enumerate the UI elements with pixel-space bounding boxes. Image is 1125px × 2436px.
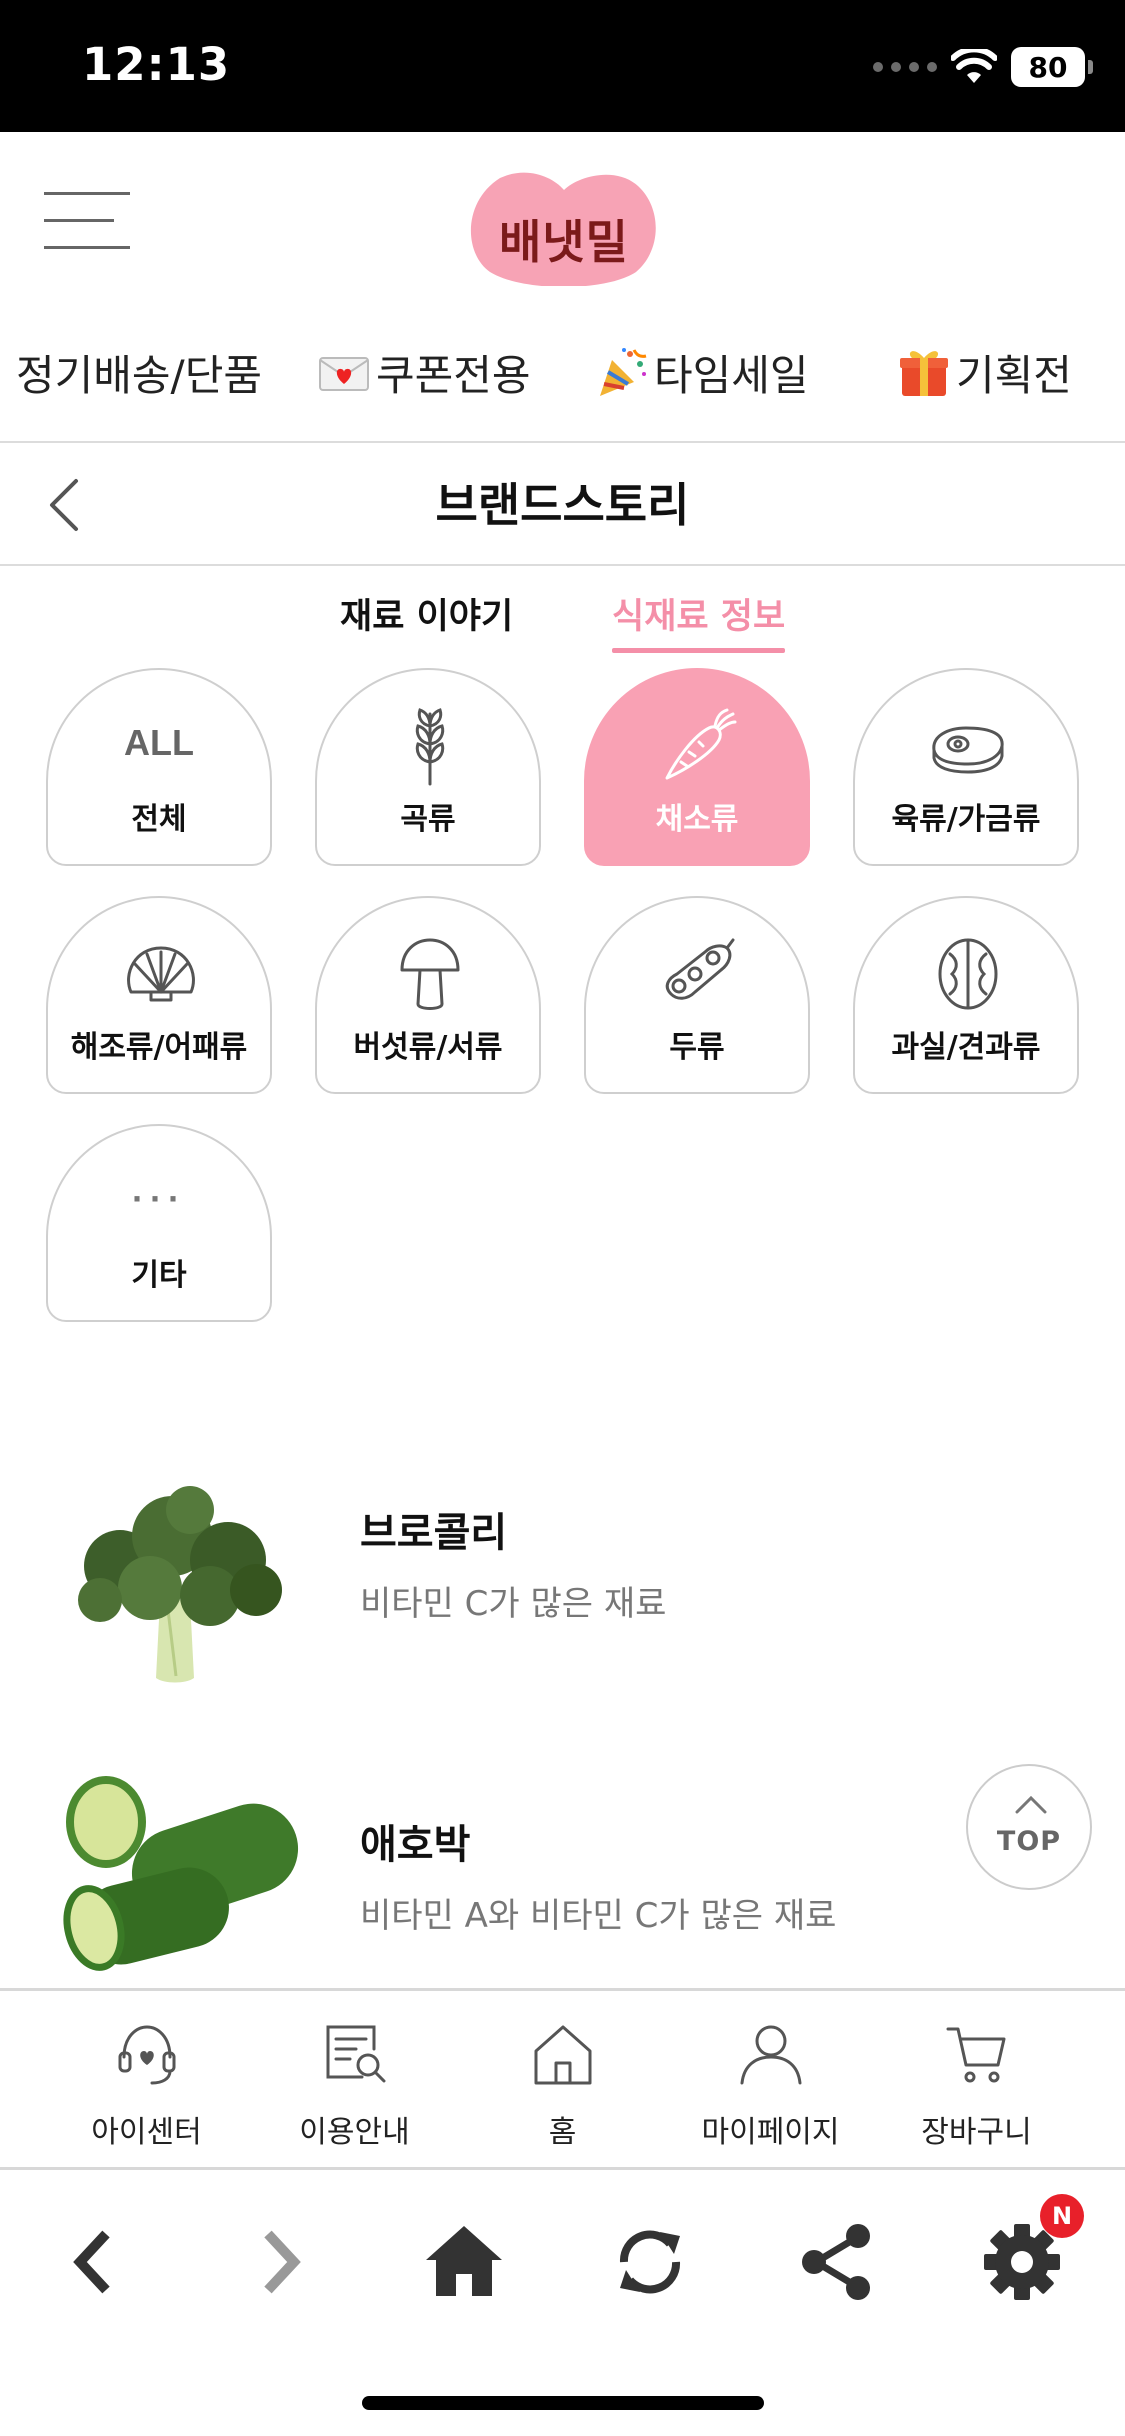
nav-guide-label: 이용안내: [299, 2115, 410, 2150]
browser-home-button[interactable]: [414, 2212, 514, 2312]
category-label: 과실/견과류: [891, 1030, 1041, 1065]
list-item[interactable]: 애호박 비타민 A와 비타민 C가 많은 재료: [0, 1756, 1125, 1990]
category-vegetables[interactable]: 채소류: [584, 668, 810, 866]
category-label: 곡류: [400, 802, 456, 837]
category-label: 해조류/어패류: [70, 1030, 248, 1065]
party-popper-icon: [594, 344, 650, 400]
list-item[interactable]: 브로콜리 비타민 C가 많은 재료: [0, 1440, 1125, 1683]
mushroom-icon: [400, 938, 460, 1010]
home-icon: [426, 2226, 502, 2296]
nav-i-center-label: 아이센터: [91, 2115, 202, 2150]
carrot-icon: [665, 708, 737, 780]
nav-cart[interactable]: 장바구니: [864, 1991, 1089, 2173]
love-letter-icon: [316, 344, 372, 400]
category-meat[interactable]: 육류/가금류: [853, 668, 1079, 866]
site-header: 배냇밀: [0, 132, 1125, 307]
walnut-icon: [938, 938, 998, 1010]
battery-indicator: 80: [1011, 47, 1093, 87]
nav-i-center[interactable]: 아이센터: [34, 1991, 259, 2173]
ellipsis-icon: ···: [132, 1178, 186, 1219]
person-icon: [740, 2025, 802, 2085]
ingredient-name: 브로콜리: [360, 1510, 508, 1556]
ingredient-list: 브로콜리 비타민 C가 많은 재료 애호박 비타민 A와 비타민 C가 많은 재…: [0, 1440, 1125, 1990]
browser-share-button[interactable]: [786, 2212, 886, 2312]
category-legumes[interactable]: 두류: [584, 896, 810, 1094]
pea-pod-icon: [665, 938, 735, 1000]
broccoli-image: [78, 1486, 282, 1683]
ingredient-desc: 비타민 A와 비타민 C가 많은 재료: [360, 1896, 837, 1936]
nav-guide[interactable]: 이용안내: [242, 1991, 467, 2173]
status-bar: 12:13 80: [0, 0, 1125, 132]
tab-ingredient-info[interactable]: 식재료 정보: [612, 588, 786, 653]
status-indicators: 80: [873, 42, 1093, 92]
category-all[interactable]: ALL 전체: [46, 668, 272, 866]
home-indicator: [362, 2396, 764, 2410]
page-title-bar: 브랜드스토리: [0, 441, 1125, 566]
category-grid: ALL 전체 곡류 채소류 육류/가금류 해조류/어패류 버섯류/서류 두류 과…: [0, 668, 1125, 1328]
nav-mypage[interactable]: 마이페이지: [658, 1991, 883, 2173]
scroll-top-button[interactable]: TOP: [966, 1764, 1092, 1890]
menu-icon[interactable]: [44, 192, 130, 252]
wheat-icon: [415, 708, 445, 786]
nav-coupon[interactable]: 쿠폰전용: [316, 337, 531, 407]
headset-icon: [118, 2025, 176, 2085]
category-label: 버섯류/서류: [353, 1030, 503, 1065]
nav-mypage-label: 마이페이지: [701, 2115, 840, 2150]
gift-icon: [896, 344, 952, 400]
zucchini-image: [63, 1776, 299, 1971]
category-label: 기타: [131, 1258, 187, 1293]
category-etc[interactable]: ··· 기타: [46, 1124, 272, 1322]
logo-text: 배냇밀: [499, 215, 629, 269]
nav-cart-label: 장바구니: [921, 2115, 1032, 2150]
browser-back-button[interactable]: [44, 2212, 144, 2312]
steak-icon: [932, 726, 1004, 774]
guide-search-icon: [326, 2025, 386, 2083]
browser-refresh-button[interactable]: [600, 2212, 700, 2312]
nav-timesale[interactable]: 타임세일: [594, 337, 809, 407]
brand-logo[interactable]: 배냇밀: [466, 168, 662, 287]
category-label: 채소류: [655, 802, 739, 837]
category-grains[interactable]: 곡류: [315, 668, 541, 866]
ingredient-name: 애호박: [360, 1822, 471, 1868]
wifi-icon: [951, 49, 997, 83]
scroll-top-label: TOP: [996, 1826, 1062, 1857]
nav-home[interactable]: 홈: [450, 1991, 675, 2173]
settings-badge: N: [1040, 2194, 1084, 2238]
arrow-right-icon: [264, 2230, 301, 2294]
category-label: 두류: [669, 1030, 725, 1065]
status-time: 12:13: [82, 38, 231, 91]
bottom-nav: 아이센터 이용안내 홈 마이페이지 장바구니: [0, 1988, 1125, 2170]
share-icon: [802, 2224, 870, 2300]
cart-icon: [946, 2027, 1006, 2083]
chevron-up-icon: [1015, 1795, 1047, 1814]
shell-icon: [127, 946, 195, 1002]
category-seafood[interactable]: 해조류/어패류: [46, 896, 272, 1094]
category-nuts[interactable]: 과실/견과류: [853, 896, 1079, 1094]
category-label: 육류/가금류: [891, 802, 1041, 837]
all-text-icon: ALL: [124, 722, 194, 763]
refresh-icon: [619, 2230, 681, 2294]
nav-coupon-label: 쿠폰전용: [376, 350, 531, 400]
nav-timesale-label: 타임세일: [654, 350, 809, 400]
house-outline-icon: [534, 2025, 592, 2085]
page-title: 브랜드스토리: [435, 478, 690, 532]
category-nav: 정기배송/단품 쿠폰전용 타임세일 기획전: [0, 307, 1125, 437]
browser-forward-button[interactable]: [230, 2212, 330, 2312]
arrow-left-icon: [73, 2230, 110, 2294]
nav-subscription-label: 정기배송/단품: [16, 350, 262, 400]
cellular-signal-icon: [873, 62, 937, 72]
category-mushroom[interactable]: 버섯류/서류: [315, 896, 541, 1094]
tab-ingredient-story[interactable]: 재료 이야기: [340, 588, 513, 639]
nav-promotion[interactable]: 기획전: [896, 337, 1072, 407]
sub-tabs: 재료 이야기 식재료 정보: [0, 578, 1125, 658]
nav-subscription[interactable]: 정기배송/단품: [16, 337, 262, 407]
nav-home-label: 홈: [548, 2115, 577, 2150]
category-label: 전체: [131, 802, 187, 837]
ingredient-desc: 비타민 C가 많은 재료: [360, 1584, 667, 1624]
nav-promotion-label: 기획전: [956, 350, 1072, 400]
